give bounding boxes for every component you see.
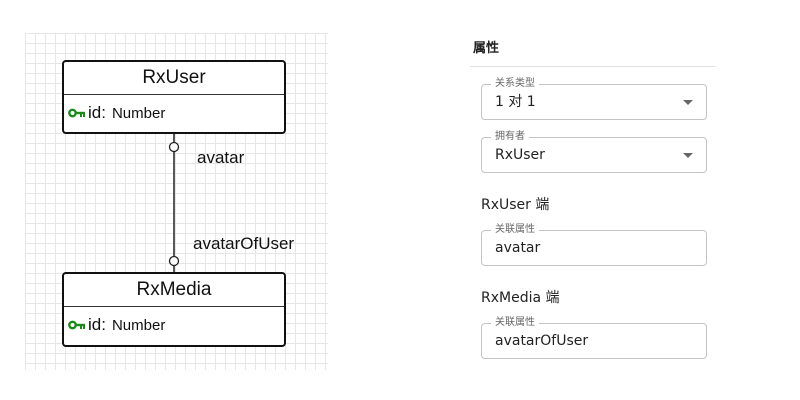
relation-source-label[interactable]: avatar (197, 148, 244, 168)
properties-panel-title: 属性 (470, 37, 715, 67)
relation-end-target (168, 255, 180, 267)
entity-rxuser[interactable]: RxUser id: Number (62, 60, 286, 134)
entity-attribute-id[interactable]: id: Number (64, 307, 284, 343)
relation-target-label[interactable]: avatarOfUser (193, 234, 294, 254)
select-value: RxUser (495, 147, 545, 163)
attribute-name: id: (88, 103, 106, 122)
relation-end-source (168, 141, 180, 153)
attribute-type: Number (111, 316, 166, 334)
diagram-canvas[interactable]: RxUser id: Number RxMedia id: Number ava… (25, 33, 328, 370)
input-value: avatarOfUser (495, 333, 589, 349)
target-property-input[interactable]: 关联属性 avatarOfUser (481, 316, 707, 359)
key-icon (68, 108, 86, 118)
relation-type-select[interactable]: 关系类型 1 对 1 (481, 77, 707, 120)
entity-title: RxMedia (64, 274, 284, 307)
input-value: avatar (495, 240, 541, 256)
entity-attribute-id[interactable]: id: Number (64, 95, 284, 131)
attribute-type: Number (111, 104, 166, 122)
attribute-name: id: (88, 315, 106, 334)
dropdown-arrow-icon[interactable] (683, 100, 693, 105)
select-value: 1 对 1 (495, 94, 536, 110)
panel-title-text: 属性 (473, 41, 500, 56)
source-property-input[interactable]: 关联属性 avatar (481, 223, 707, 266)
owner-select[interactable]: 拥有者 RxUser (481, 130, 707, 173)
dropdown-arrow-icon[interactable] (683, 153, 693, 158)
key-icon (68, 320, 86, 330)
target-section-title: RxMedia 端 (481, 290, 560, 306)
entity-title: RxUser (64, 62, 284, 95)
source-section-title: RxUser 端 (481, 197, 550, 213)
entity-rxmedia[interactable]: RxMedia id: Number (62, 272, 286, 347)
